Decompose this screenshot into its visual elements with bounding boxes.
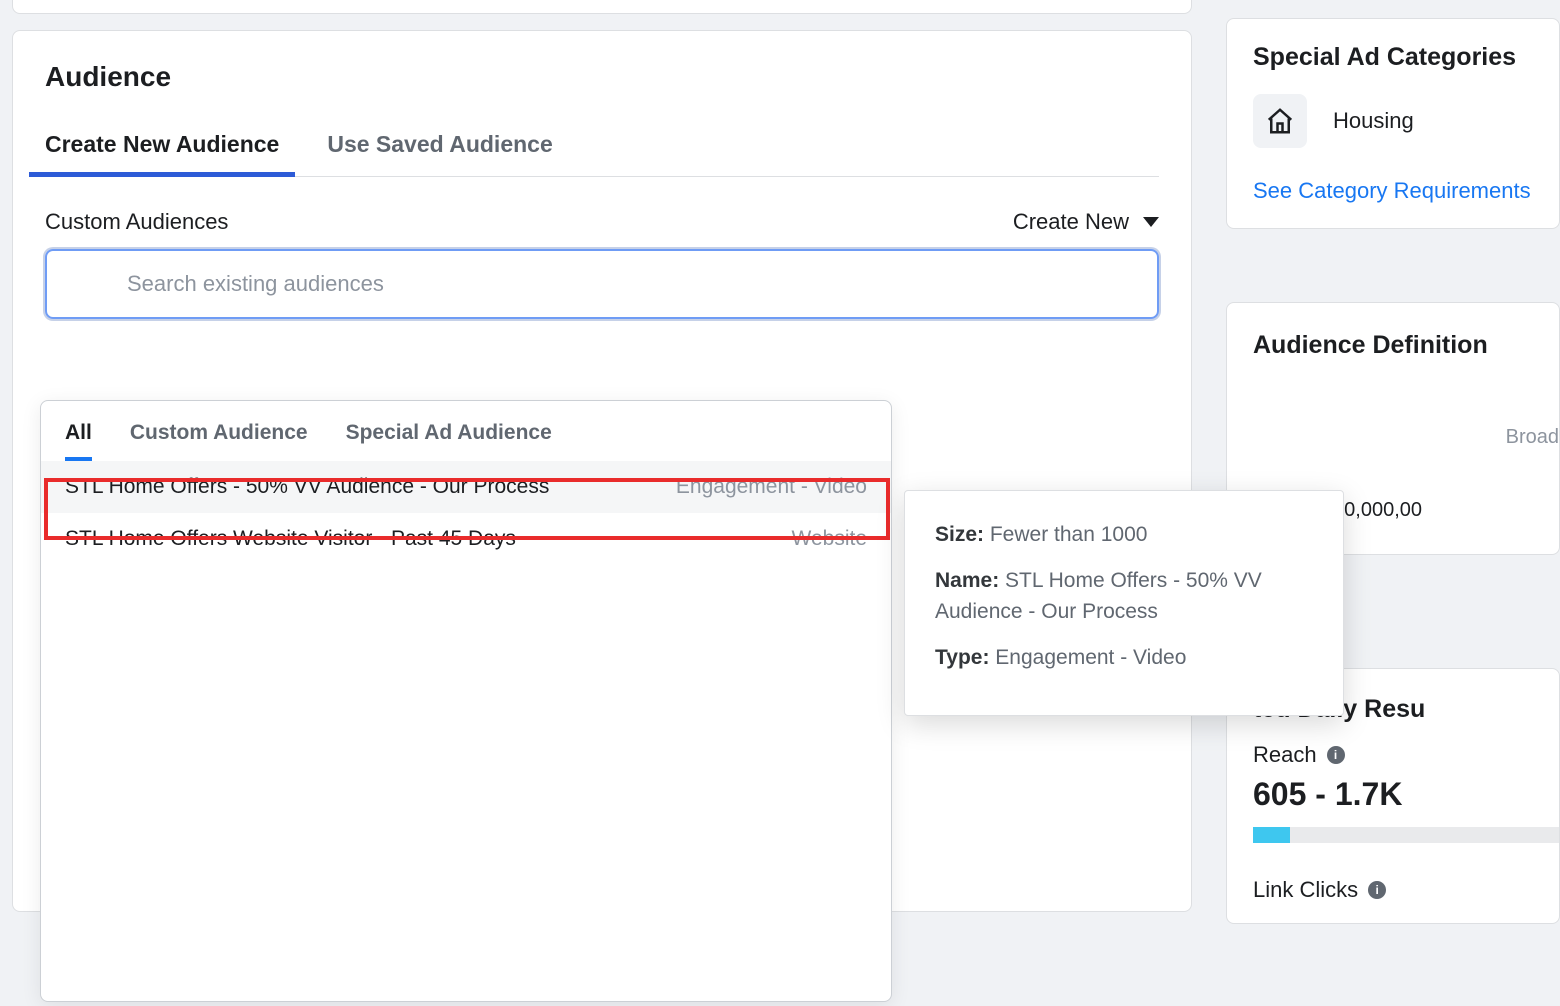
reach-progress-fill (1253, 827, 1290, 843)
create-new-label: Create New (1013, 209, 1129, 235)
audience-tabs: Create New Audience Use Saved Audience (45, 121, 1159, 177)
dropdown-tab-all[interactable]: All (65, 421, 92, 461)
special-ad-categories-title: Special Ad Categories (1253, 43, 1559, 72)
audience-dropdown: All Custom Audience Special Ad Audience … (40, 400, 892, 1002)
info-icon[interactable]: i (1327, 746, 1345, 764)
info-icon[interactable]: i (1368, 881, 1386, 899)
tooltip-type-value: Engagement - Video (995, 646, 1186, 669)
audience-definition-title: Audience Definition (1253, 331, 1559, 360)
tooltip-type-label: Type: (935, 646, 989, 669)
tab-create-new-audience[interactable]: Create New Audience (45, 121, 279, 176)
custom-audiences-label: Custom Audiences (45, 209, 228, 235)
dropdown-item[interactable]: STL Home Offers Website Visitor - Past 4… (41, 513, 891, 565)
reach-value: 605 - 1.7K (1253, 776, 1559, 813)
see-category-requirements-link[interactable]: See Category Requirements (1253, 178, 1559, 204)
dropdown-item-type: Engagement - Video (676, 475, 867, 499)
dropdown-tab-special[interactable]: Special Ad Audience (346, 421, 552, 461)
dropdown-item-name: STL Home Offers - 50% VV Audience - Our … (65, 475, 549, 499)
dropdown-list: STL Home Offers - 50% VV Audience - Our … (41, 461, 891, 1001)
audience-tooltip: Size: Fewer than 1000 Name: STL Home Off… (904, 490, 1344, 716)
special-ad-categories-panel: Special Ad Categories Housing See Catego… (1226, 18, 1560, 229)
broad-label: Broad (1253, 426, 1559, 449)
link-clicks-label: Link Clicks (1253, 877, 1358, 903)
house-icon (1253, 94, 1307, 148)
dropdown-item-name: STL Home Offers Website Visitor - Past 4… (65, 527, 516, 551)
dropdown-item[interactable]: STL Home Offers - 50% VV Audience - Our … (41, 461, 891, 513)
caret-down-icon (1143, 217, 1159, 227)
search-input-container[interactable] (45, 249, 1159, 319)
tooltip-size-value: Fewer than 1000 (990, 523, 1148, 546)
tab-use-saved-audience[interactable]: Use Saved Audience (327, 121, 552, 176)
create-new-dropdown[interactable]: Create New (1013, 209, 1159, 235)
search-existing-audiences-input[interactable] (73, 271, 1131, 297)
dropdown-item-type: Website (792, 527, 867, 551)
tooltip-size-label: Size: (935, 523, 984, 546)
audience-title: Audience (45, 61, 1159, 93)
category-name: Housing (1333, 108, 1414, 134)
reach-label: Reach (1253, 742, 1317, 768)
reach-progress-bar (1253, 827, 1559, 843)
tooltip-name-label: Name: (935, 569, 999, 592)
dropdown-tab-custom[interactable]: Custom Audience (130, 421, 308, 461)
